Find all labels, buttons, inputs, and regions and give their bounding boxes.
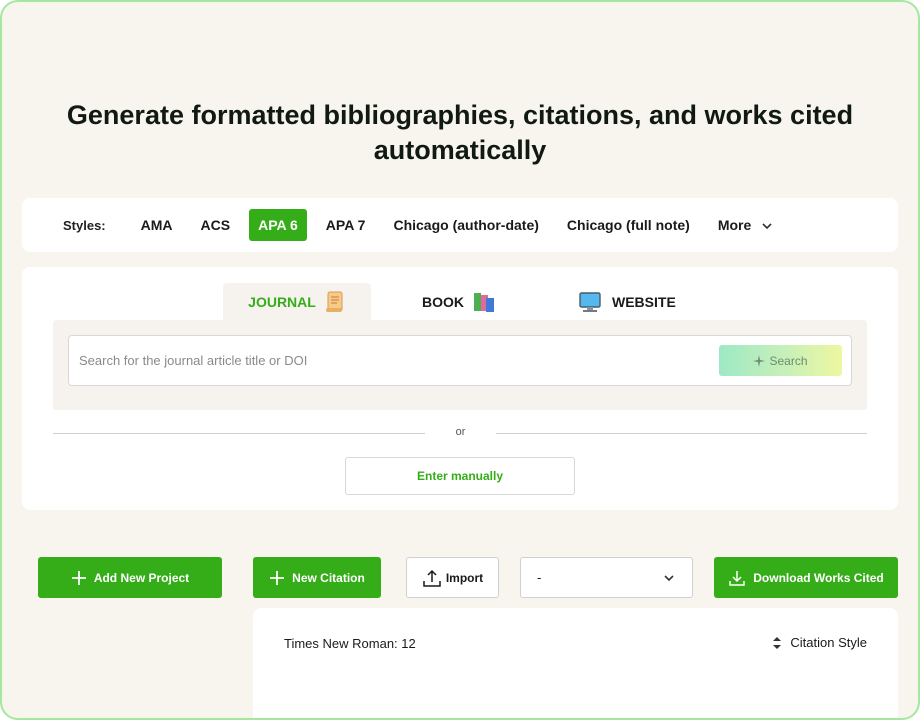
tab-website-label: WEBSITE: [612, 294, 676, 310]
divider-line-left: [53, 433, 425, 434]
import-button[interactable]: Import: [406, 557, 499, 598]
style-option-apa6[interactable]: APA 6: [249, 209, 307, 241]
style-option-acs[interactable]: ACS: [192, 209, 240, 241]
source-search-panel: JOURNAL BOOK WEBSITE Search for the jour…: [22, 267, 898, 510]
or-text: or: [455, 426, 466, 438]
enter-manually-button[interactable]: Enter manually: [345, 457, 575, 495]
chevron-down-icon: [664, 574, 674, 581]
project-select[interactable]: -: [520, 557, 693, 598]
computer-icon: [579, 292, 601, 312]
search-area: Search: [53, 320, 867, 410]
plus-icon: [71, 570, 86, 585]
font-info: Times New Roman: 12: [284, 636, 416, 651]
upload-icon: [423, 569, 441, 587]
divider-line-right: [496, 433, 867, 434]
style-option-apa7[interactable]: APA 7: [317, 209, 375, 241]
tab-book[interactable]: BOOK: [422, 283, 502, 321]
citation-style-sort[interactable]: Citation Style: [772, 635, 867, 650]
add-new-project-button[interactable]: Add New Project: [38, 557, 222, 598]
plus-icon: [270, 570, 285, 585]
project-select-value: -: [537, 570, 542, 585]
tab-journal-label: JOURNAL: [248, 294, 316, 310]
books-icon: [474, 293, 494, 312]
search-box: Search: [68, 335, 852, 386]
citation-style-label: Citation Style: [790, 635, 867, 650]
tab-website[interactable]: WEBSITE: [578, 283, 688, 321]
sparkle-icon: [753, 354, 766, 367]
new-citation-button[interactable]: New Citation: [253, 557, 381, 598]
citation-list-panel: Times New Roman: 12 Citation Style: [253, 608, 898, 718]
style-option-chicago-author-date[interactable]: Chicago (author-date): [384, 209, 547, 241]
style-option-ama[interactable]: AMA: [132, 209, 182, 241]
tab-journal[interactable]: JOURNAL: [223, 283, 371, 321]
import-label: Import: [445, 570, 484, 585]
scroll-icon: [325, 291, 343, 312]
sort-icon: [773, 636, 782, 649]
tab-book-label: BOOK: [422, 294, 464, 310]
more-styles-dropdown[interactable]: More: [709, 209, 784, 241]
or-divider: or: [53, 425, 867, 441]
style-option-chicago-full-note[interactable]: Chicago (full note): [558, 209, 699, 241]
download-works-cited-button[interactable]: Download Works Cited: [714, 557, 898, 598]
search-button-label: Search: [769, 353, 808, 368]
styles-label: Styles:: [63, 217, 106, 233]
search-button[interactable]: Search: [719, 345, 842, 376]
more-styles-label: More: [717, 217, 752, 233]
search-input[interactable]: [79, 336, 699, 385]
add-new-project-label: Add New Project: [93, 570, 190, 585]
app-frame: Generate formatted bibliographies, citat…: [0, 0, 920, 720]
new-citation-label: New Citation: [292, 570, 365, 585]
download-works-cited-label: Download Works Cited: [753, 570, 884, 585]
download-icon: [729, 570, 746, 586]
citation-styles-bar: Styles: AMA ACS APA 6 APA 7 Chicago (aut…: [22, 198, 898, 252]
chevron-down-icon: [762, 223, 772, 230]
page-title: Generate formatted bibliographies, citat…: [66, 100, 854, 165]
